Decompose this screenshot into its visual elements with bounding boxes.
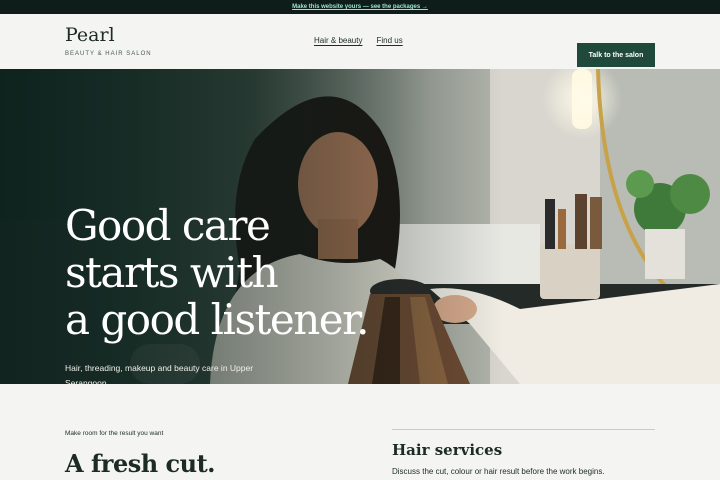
hero-title-line: a good listener.	[65, 295, 369, 344]
hero-title: Good care starts with a good listener.	[65, 202, 385, 343]
hero: Good care starts with a good listener. H…	[0, 69, 720, 384]
brand-name: Pearl	[65, 24, 115, 46]
nav-link-find-us[interactable]: Find us	[376, 36, 402, 45]
divider	[392, 429, 655, 430]
site-header: Pearl BEAUTY & HAIR SALON Hair & beauty …	[0, 14, 720, 69]
promo-bar: Make this website yours — see the packag…	[0, 0, 720, 14]
hero-title-line: Good care	[65, 201, 271, 250]
hero-subtitle: Hair, threading, makeup and beauty care …	[65, 363, 254, 384]
talk-to-salon-button[interactable]: Talk to the salon	[577, 43, 655, 67]
intro-eyebrow: Make room for the result you want	[65, 430, 164, 437]
intro-section: Make room for the result you want A fres…	[0, 384, 720, 480]
nav-link-hair-beauty[interactable]: Hair & beauty	[314, 36, 362, 45]
main-nav: Hair & beauty Find us	[314, 36, 403, 45]
hair-services-title: Hair services	[392, 441, 503, 459]
brand-tagline: BEAUTY & HAIR SALON	[65, 51, 152, 57]
hero-title-line: starts with	[65, 248, 279, 297]
intro-heading: A fresh cut.	[65, 449, 216, 478]
hair-services-description: Discuss the cut, colour or hair result b…	[392, 467, 605, 476]
promo-link[interactable]: Make this website yours — see the packag…	[292, 4, 428, 10]
brand[interactable]: Pearl BEAUTY & HAIR SALON	[65, 24, 152, 58]
